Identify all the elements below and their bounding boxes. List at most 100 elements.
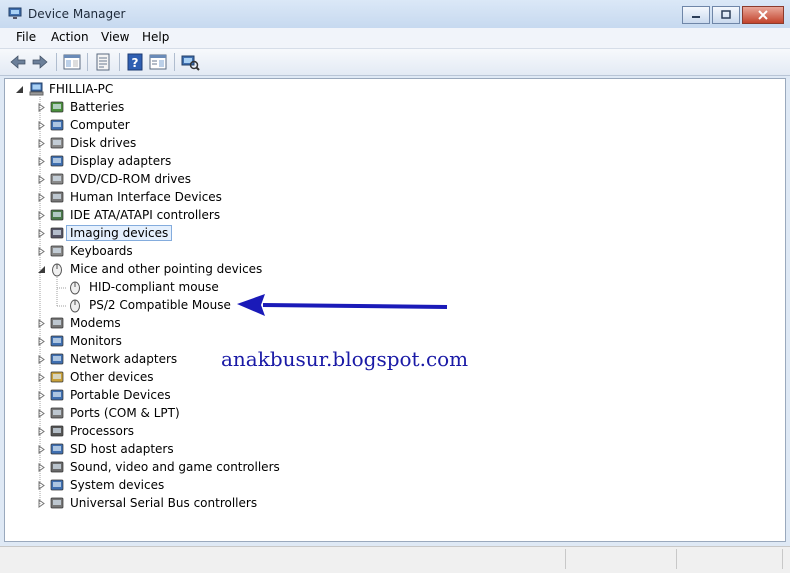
tree-category[interactable]: Computer <box>35 117 335 134</box>
tree-category-label: Imaging devices <box>65 225 173 241</box>
menu-action[interactable]: Action <box>51 30 89 44</box>
help-icon[interactable]: ? <box>125 52 145 72</box>
tree-category[interactable]: Batteries <box>35 99 335 116</box>
device-manager-icon <box>8 7 22 19</box>
expand-arrow-icon[interactable] <box>37 139 46 148</box>
expand-arrow-icon[interactable] <box>37 157 46 166</box>
tree-category[interactable]: Portable Devices <box>35 387 335 404</box>
tree-category[interactable]: Disk drives <box>35 135 335 152</box>
expand-arrow-icon[interactable] <box>37 193 46 202</box>
expand-arrow-icon[interactable] <box>37 427 46 436</box>
mouse-icon <box>70 281 80 295</box>
computer-icon <box>29 82 44 96</box>
tree-category-label: DVD/CD-ROM drives <box>70 172 192 186</box>
expand-arrow-icon[interactable] <box>37 121 46 130</box>
tree-root[interactable]: FHILLIA-PC <box>15 81 215 98</box>
tree-category[interactable]: SD host adapters <box>35 441 335 458</box>
tree-category-label: Sound, video and game controllers <box>70 460 280 474</box>
expand-arrow-icon[interactable] <box>37 247 46 256</box>
watermark-text: anakbusur.blogspot.com <box>221 347 469 371</box>
expand-arrow-icon[interactable] <box>37 337 46 346</box>
tree-category-label: Keyboards <box>70 244 133 258</box>
minimize-button[interactable] <box>682 6 710 24</box>
maximize-button[interactable] <box>712 6 740 24</box>
menu-view[interactable]: View <box>101 30 129 44</box>
tree-category[interactable]: Human Interface Devices <box>35 189 335 206</box>
usb-icon <box>50 497 64 509</box>
tree-root-label: FHILLIA-PC <box>49 82 114 96</box>
sound-icon <box>50 461 64 473</box>
tree-category[interactable]: IDE ATA/ATAPI controllers <box>35 207 335 224</box>
console-tree-icon[interactable] <box>62 52 82 72</box>
window-title: Device Manager <box>28 7 126 21</box>
device-tree: FHILLIA-PC Batteries Computer Disk drives D… <box>4 78 786 542</box>
title-bar: Device Manager <box>0 0 790 30</box>
properties-icon[interactable] <box>93 52 113 72</box>
svg-text:?: ? <box>132 56 139 70</box>
tree-category-label: Mice and other pointing devices <box>70 262 263 276</box>
mouse-icon <box>70 299 80 313</box>
tree-category[interactable]: Universal Serial Bus controllers <box>35 495 335 512</box>
toolbar-separator <box>119 53 120 71</box>
ide-controller-icon <box>50 209 64 221</box>
tree-category[interactable]: System devices <box>35 477 335 494</box>
tree-category[interactable]: DVD/CD-ROM drives <box>35 171 335 188</box>
close-button[interactable] <box>742 6 784 24</box>
tree-category-label: Computer <box>70 118 130 132</box>
action-pane-icon[interactable] <box>148 52 168 72</box>
collapse-arrow-icon[interactable] <box>15 85 24 94</box>
tree-category-label: IDE ATA/ATAPI controllers <box>70 208 221 222</box>
minimize-icon <box>692 16 700 18</box>
tree-category-label: Monitors <box>70 334 122 348</box>
tree-category-label: Human Interface Devices <box>70 190 222 204</box>
tree-category-label: Network adapters <box>70 352 178 366</box>
network-adapter-icon <box>50 353 64 365</box>
dvd-drive-icon <box>50 173 64 185</box>
tree-category[interactable]: Processors <box>35 423 335 440</box>
disk-drive-icon <box>50 137 64 149</box>
modem-icon <box>50 317 64 329</box>
menu-file[interactable]: File <box>16 30 36 44</box>
tree-category[interactable]: Ports (COM & LPT) <box>35 405 335 422</box>
tree-category[interactable]: Imaging devices <box>35 225 335 242</box>
tree-category[interactable]: Sound, video and game controllers <box>35 459 335 476</box>
computer-icon <box>50 119 64 131</box>
expand-arrow-icon[interactable] <box>37 319 46 328</box>
expand-arrow-icon[interactable] <box>37 463 46 472</box>
tree-category[interactable]: Other devices <box>35 369 335 386</box>
tree-category[interactable]: Mice and other pointing devices <box>35 261 335 278</box>
camera-icon <box>50 227 64 239</box>
expand-arrow-icon[interactable] <box>37 355 46 364</box>
expand-arrow-icon[interactable] <box>37 499 46 508</box>
port-icon <box>50 407 64 419</box>
tree-category-label: Other devices <box>70 370 154 384</box>
expand-arrow-icon[interactable] <box>37 409 46 418</box>
menu-help[interactable]: Help <box>142 30 169 44</box>
tree-category[interactable]: Display adapters <box>35 153 335 170</box>
hid-icon <box>50 191 64 203</box>
expand-arrow-icon[interactable] <box>37 391 46 400</box>
tree-category-label: Processors <box>70 424 135 438</box>
battery-icon <box>50 101 64 113</box>
expand-arrow-icon[interactable] <box>37 373 46 382</box>
scan-hardware-icon[interactable] <box>180 52 200 72</box>
expand-arrow-icon[interactable] <box>37 175 46 184</box>
expand-arrow-icon[interactable] <box>37 103 46 112</box>
expand-arrow-icon[interactable] <box>37 211 46 220</box>
expand-arrow-icon[interactable] <box>37 229 46 238</box>
back-arrow-icon[interactable] <box>8 52 28 72</box>
expand-arrow-icon[interactable] <box>37 445 46 454</box>
forward-arrow-icon[interactable] <box>30 52 50 72</box>
arrow-annotation <box>237 294 448 316</box>
tree-category-label: Modems <box>70 316 121 330</box>
expand-arrow-icon[interactable] <box>37 481 46 490</box>
tree-category[interactable]: Keyboards <box>35 243 335 260</box>
system-device-icon <box>50 479 64 491</box>
menu-bar: File Action View Help <box>0 28 790 49</box>
keyboard-icon <box>50 245 64 257</box>
unknown-device-icon <box>50 371 64 383</box>
tree-category-label: Display adapters <box>70 154 172 168</box>
collapse-arrow-icon[interactable] <box>37 265 46 274</box>
portable-device-icon <box>50 389 64 401</box>
tree-device-label: HID-compliant mouse <box>89 280 219 294</box>
